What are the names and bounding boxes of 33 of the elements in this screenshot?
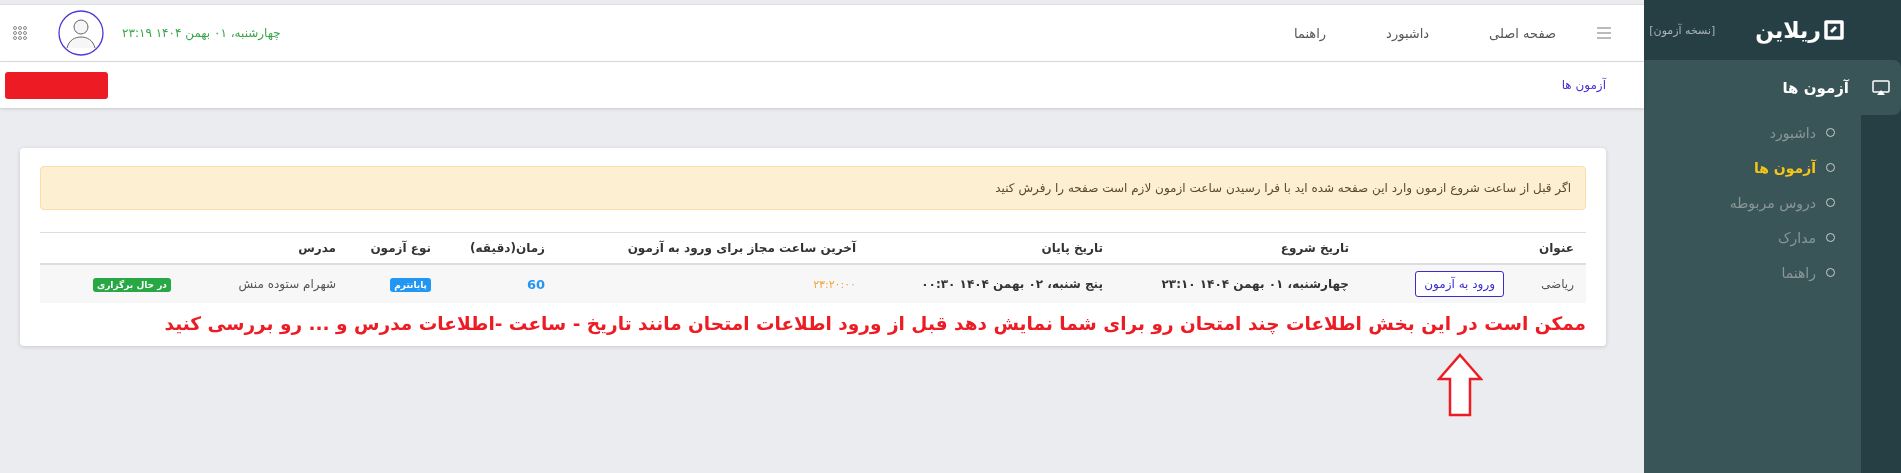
column-header: عنوان xyxy=(1539,241,1574,255)
nav-link[interactable]: داشبورد xyxy=(1386,25,1430,41)
column-header: زمان(دقیقه) xyxy=(470,241,545,255)
date-time: چهارشنبه، ۰۱ بهمن ۱۴۰۴ ۲۳:۱۹ xyxy=(122,26,281,40)
table-cell: ۲۳:۲۰:۰۰ xyxy=(813,277,856,291)
column-header: آخرین ساعت مجاز برای ورود به آزمون xyxy=(627,241,856,255)
enter-exam-button[interactable]: ورود به آزمون xyxy=(1415,271,1504,297)
exam-type-badge: پایانترم xyxy=(390,277,431,292)
logo-icon xyxy=(1823,19,1845,41)
version-label: [نسخه آزمون] xyxy=(1649,23,1716,37)
status-badge: در حال برگزاری xyxy=(92,277,171,292)
nav-link[interactable]: صفحه اصلی xyxy=(1489,25,1556,41)
column-header: نوع آزمون xyxy=(370,241,431,255)
table-cell: 60 xyxy=(526,276,545,292)
app-logo: ریلاین xyxy=(1755,17,1845,43)
sidebar-item[interactable]: آزمون ها xyxy=(1644,150,1861,185)
breadcrumb[interactable]: آزمون ها xyxy=(1561,78,1606,92)
monitor-icon xyxy=(1872,79,1890,96)
annotation-text: ممکن است در این بخش اطلاعات چند امتحان رو برای شما نمایش دهد قبل از ورود اطلاعات امتحان مانند تاریخ - ساعت -اطلاعات مدرس و ... رو بررسی کنید xyxy=(163,313,1586,334)
table-cell: چهارشنبه، ۰۱ بهمن ۱۴۰۴ ۲۳:۱۰ xyxy=(1161,277,1349,291)
up-arrow-icon xyxy=(1437,353,1483,417)
table-cell: شهرام ستوده منش xyxy=(238,277,336,291)
column-header: تاریخ شروع xyxy=(1280,241,1349,255)
column-header: تاریخ پایان xyxy=(1041,241,1103,255)
section-title: آزمون ها xyxy=(1781,77,1851,99)
info-alert: اگر قبل از ساعت شروع ازمون وارد این صفحه شده اید با فرا رسیدن ساعت ازمون لازم است صفحه را رفرش کنید xyxy=(40,166,1586,210)
apps-grid-icon[interactable] xyxy=(12,25,28,41)
avatar-icon[interactable] xyxy=(58,10,104,56)
table-cell: ریاضی xyxy=(1541,277,1574,291)
nav-link[interactable]: راهنما xyxy=(1293,25,1327,41)
exam-tab[interactable] xyxy=(1861,60,1901,115)
table-cell: پنج شنبه، ۰۲ بهمن ۱۴۰۴ ۰۰:۳۰ xyxy=(921,277,1103,291)
column-header: مدرس xyxy=(298,241,336,255)
